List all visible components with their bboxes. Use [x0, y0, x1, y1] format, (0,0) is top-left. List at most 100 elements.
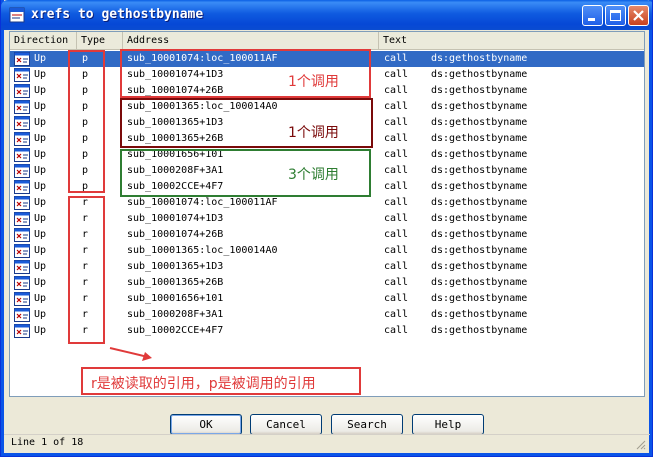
xref-icon: [14, 52, 30, 66]
cell-direction: Up: [34, 261, 47, 272]
close-button[interactable]: [628, 5, 649, 26]
table-row[interactable]: Up r sub_10001365:loc_100014A0 call ds:getho…: [10, 243, 644, 259]
cell-address: sub_10001074+26B: [127, 229, 224, 240]
table-row[interactable]: Up r sub_10001365+1D3 call ds:gethostbyname: [10, 259, 644, 275]
maximize-icon: [610, 10, 621, 21]
cell-instruction: call: [384, 133, 409, 144]
table-row[interactable]: Up r sub_10001656+101 call ds:gethostbyname: [10, 291, 644, 307]
minimize-icon: [588, 18, 595, 21]
annotation-box-p-types: [68, 50, 105, 193]
cell-operand: ds:gethostbyname: [431, 197, 528, 208]
cell-instruction: call: [384, 117, 409, 128]
cell-instruction: call: [384, 197, 409, 208]
cell-operand: ds:gethostbyname: [431, 213, 528, 224]
cell-instruction: call: [384, 165, 409, 176]
list-header: Direction Type Address Text: [10, 32, 644, 50]
minimize-button[interactable]: [582, 5, 603, 26]
xref-icon: [14, 244, 30, 258]
cell-instruction: call: [384, 261, 409, 272]
cell-operand: ds:gethostbyname: [431, 245, 528, 256]
cell-instruction: call: [384, 181, 409, 192]
app-icon: [9, 7, 25, 23]
cell-operand: ds:gethostbyname: [431, 309, 528, 320]
cell-operand: ds:gethostbyname: [431, 181, 528, 192]
cell-direction: Up: [34, 165, 47, 176]
window-title: xrefs to gethostbyname: [31, 7, 204, 22]
cell-address: sub_10001656+101: [127, 293, 224, 304]
help-button[interactable]: Help: [412, 414, 484, 435]
xref-icon: [14, 292, 30, 306]
table-row[interactable]: Up r sub_10001074+26B call ds:gethostbyname: [10, 227, 644, 243]
cell-operand: ds:gethostbyname: [431, 229, 528, 240]
cell-address: sub_10001074+1D3: [127, 213, 224, 224]
resize-grip-icon[interactable]: [634, 438, 646, 450]
cell-instruction: call: [384, 53, 409, 64]
xref-icon: [14, 100, 30, 114]
cell-direction: Up: [34, 69, 47, 80]
cell-operand: ds:gethostbyname: [431, 149, 528, 160]
xref-icon: [14, 324, 30, 338]
annotation-label-group-3: 3个调用: [288, 167, 339, 183]
xref-icon: [14, 228, 30, 242]
search-button[interactable]: Search: [331, 414, 403, 435]
cell-operand: ds:gethostbyname: [431, 133, 528, 144]
cell-operand: ds:gethostbyname: [431, 325, 528, 336]
xref-icon: [14, 116, 30, 130]
column-header-address[interactable]: Address: [123, 32, 379, 50]
cell-instruction: call: [384, 101, 409, 112]
table-row[interactable]: Up r sub_10001074+1D3 call ds:gethostbyname: [10, 211, 644, 227]
cell-direction: Up: [34, 213, 47, 224]
cell-direction: Up: [34, 277, 47, 288]
maximize-button[interactable]: [605, 5, 626, 26]
cell-direction: Up: [34, 293, 47, 304]
cell-operand: ds:gethostbyname: [431, 261, 528, 272]
xref-icon: [14, 308, 30, 322]
cell-instruction: call: [384, 245, 409, 256]
table-row[interactable]: Up r sub_10001074:loc_100011AF call ds:getho…: [10, 195, 644, 211]
cell-operand: ds:gethostbyname: [431, 293, 528, 304]
table-row[interactable]: Up r sub_10002CCE+4F7 call ds:gethostbyname: [10, 323, 644, 339]
cell-direction: Up: [34, 181, 47, 192]
cell-instruction: call: [384, 69, 409, 80]
cell-operand: ds:gethostbyname: [431, 277, 528, 288]
cell-direction: Up: [34, 309, 47, 320]
cell-direction: Up: [34, 325, 47, 336]
status-text: Line 1 of 18: [11, 437, 84, 448]
cell-instruction: call: [384, 85, 409, 96]
xref-icon: [14, 148, 30, 162]
cell-address: sub_10001365+1D3: [127, 261, 224, 272]
annotation-note-text: r是被读取的引用，p是被调用的引用: [91, 376, 316, 392]
cell-instruction: call: [384, 149, 409, 160]
title-bar[interactable]: xrefs to gethostbyname: [1, 0, 652, 30]
cell-instruction: call: [384, 229, 409, 240]
column-header-text[interactable]: Text: [379, 32, 644, 50]
cell-direction: Up: [34, 53, 47, 64]
annotation-note: r是被读取的引用，p是被调用的引用: [81, 367, 361, 395]
xrefs-list[interactable]: Direction Type Address Text Up p sub_10001…: [9, 31, 645, 397]
column-header-type[interactable]: Type: [77, 32, 123, 50]
cell-direction: Up: [34, 117, 47, 128]
ok-button[interactable]: OK: [170, 414, 242, 435]
xref-icon: [14, 276, 30, 290]
table-row[interactable]: Up r sub_1000208F+3A1 call ds:gethostbyname: [10, 307, 644, 323]
cell-address: sub_10002CCE+4F7: [127, 325, 224, 336]
xref-icon: [14, 260, 30, 274]
status-bar: [4, 434, 650, 453]
cell-direction: Up: [34, 245, 47, 256]
xref-icon: [14, 132, 30, 146]
cell-direction: Up: [34, 229, 47, 240]
xref-icon: [14, 180, 30, 194]
cell-direction: Up: [34, 133, 47, 144]
cell-operand: ds:gethostbyname: [431, 117, 528, 128]
cell-operand: ds:gethostbyname: [431, 165, 528, 176]
xref-icon: [14, 212, 30, 226]
cancel-button[interactable]: Cancel: [250, 414, 322, 435]
table-row[interactable]: Up r sub_10001365+26B call ds:gethostbyname: [10, 275, 644, 291]
cell-instruction: call: [384, 293, 409, 304]
xref-icon: [14, 84, 30, 98]
column-header-direction[interactable]: Direction: [10, 32, 77, 50]
xref-icon: [14, 68, 30, 82]
cell-direction: Up: [34, 149, 47, 160]
annotation-box-r-types: [68, 196, 105, 344]
cell-instruction: call: [384, 213, 409, 224]
